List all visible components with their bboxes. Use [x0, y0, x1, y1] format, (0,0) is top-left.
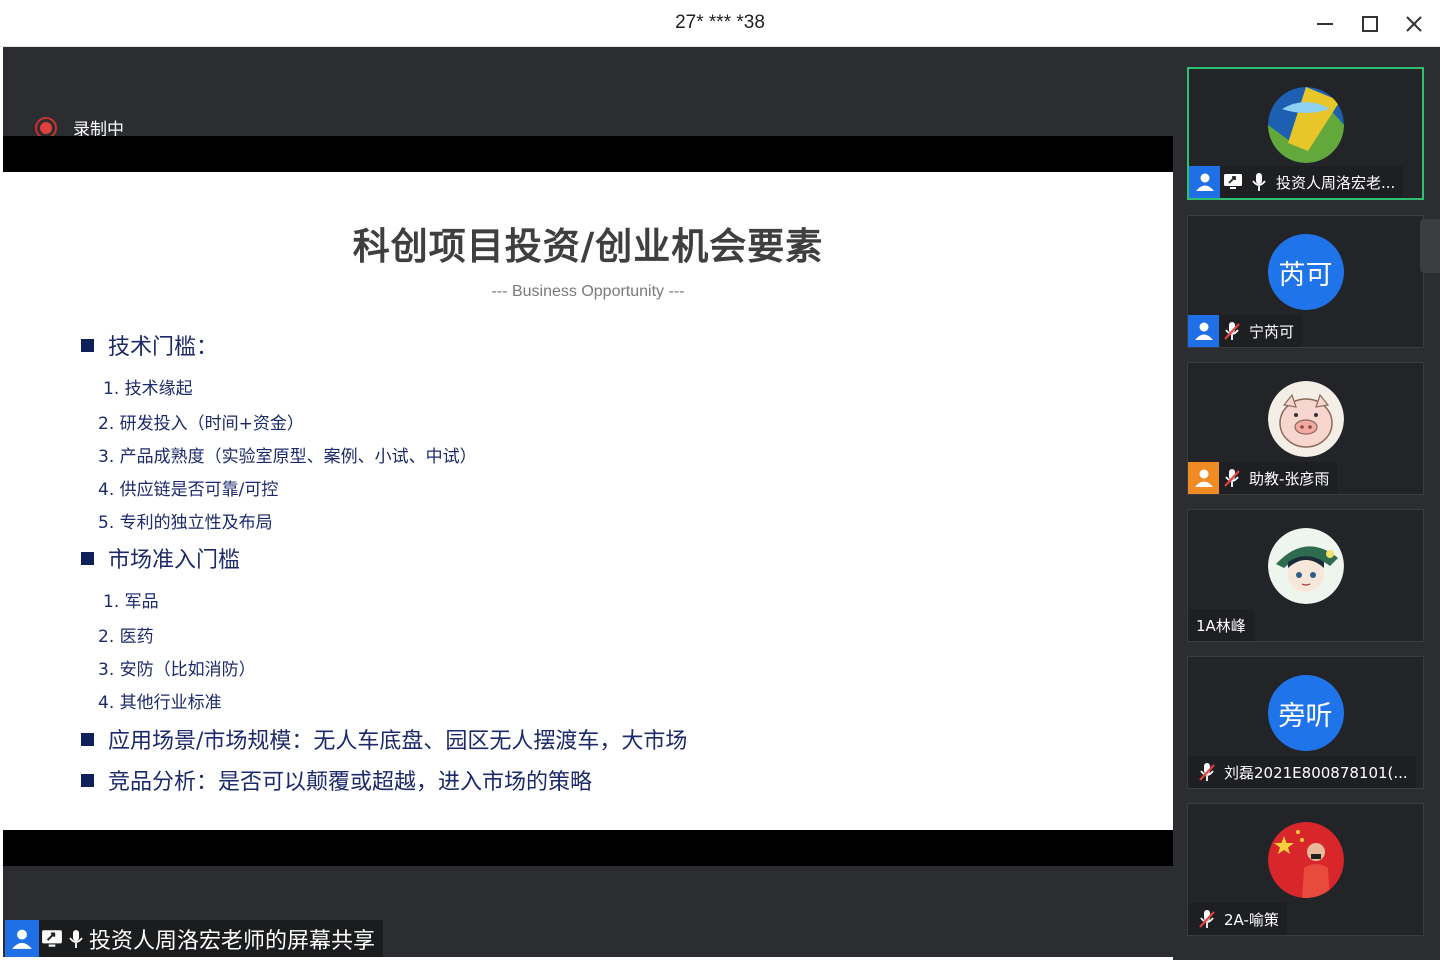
user-icon — [1188, 462, 1219, 494]
shared-screen-area: 录制中 科创项目投资/创业机会要素 --- Business Opportuni… — [3, 47, 1173, 957]
share-label-text: 投资人周洛宏老师的屏幕共享 — [89, 928, 376, 954]
list-item: 2. 研发投入（时间+资金） — [98, 414, 304, 434]
nameplate: 助教-张彦雨 — [1188, 462, 1338, 494]
user-icon — [1188, 315, 1219, 347]
participant-tile[interactable]: 2A-喻策 — [1187, 803, 1424, 936]
participant-name: 1A林峰 — [1196, 616, 1246, 635]
window-titlebar: 27* *** *38 — [0, 0, 1440, 47]
pig-image — [1267, 381, 1344, 457]
section-heading: 应用场景/市场规模：无人车底盘、园区无人摆渡车，大市场 — [81, 723, 687, 755]
list-item: 2. 医药 — [98, 627, 154, 647]
list-item: 3. 安防（比如消防） — [98, 660, 256, 680]
flag-person-image — [1267, 822, 1344, 898]
nameplate: 刘磊2021E800878101(... — [1188, 756, 1416, 788]
list-item: 4. 供应链是否可靠/可控 — [98, 480, 279, 500]
nameplate: 1A林峰 — [1188, 609, 1254, 641]
participant-tile[interactable]: 芮可 宁芮可 — [1187, 215, 1424, 348]
participant-name: 宁芮可 — [1249, 322, 1295, 341]
participant-name: 刘磊2021E800878101(... — [1224, 763, 1408, 782]
participant-name: 助教-张彦雨 — [1249, 469, 1330, 488]
participant-sidebar: 投资人周洛宏老... 芮可 宁芮可 助教-张彦雨 1A林峰 旁听 刘磊2021E… — [1173, 47, 1440, 960]
microphone-icon — [1246, 166, 1272, 198]
list-item: 1. 军品 — [103, 592, 159, 612]
list-item: 1. 技术缘起 — [103, 379, 193, 399]
participant-tile[interactable]: 助教-张彦雨 — [1187, 362, 1424, 495]
microphone-muted-icon — [1219, 462, 1245, 494]
microphone-muted-icon — [1194, 756, 1220, 788]
letterbox-bottom — [3, 830, 1173, 866]
close-icon — [1406, 16, 1422, 32]
screen-share-icon — [1220, 166, 1246, 198]
maximize-button[interactable] — [1353, 8, 1387, 40]
screen-share-label: 投资人周洛宏老师的屏幕共享 — [5, 920, 384, 957]
nameplate: 宁芮可 — [1188, 315, 1303, 347]
slide-title: 科创项目投资/创业机会要素 — [352, 225, 824, 268]
bullet-square-icon — [81, 773, 94, 787]
sidebar-collapse-handle[interactable] — [1420, 219, 1440, 273]
list-item: 5. 专利的独立性及布局 — [98, 513, 273, 533]
participant-name: 2A-喻策 — [1224, 910, 1279, 929]
window-title: 27* *** *38 — [675, 12, 765, 33]
section-heading: 竞品分析：是否可以颠覆或超越，进入市场的策略 — [81, 764, 592, 796]
maximize-icon — [1362, 16, 1378, 32]
presentation-slide: 科创项目投资/创业机会要素 --- Business Opportunity -… — [3, 172, 1173, 830]
slide-subtitle: --- Business Opportunity --- — [491, 283, 685, 300]
participant-name: 投资人周洛宏老... — [1276, 173, 1396, 192]
participant-tile[interactable]: 1A林峰 — [1187, 509, 1424, 642]
microphone-muted-icon — [1219, 315, 1245, 347]
avatar: 旁听 — [1267, 675, 1344, 751]
microphone-icon — [65, 923, 87, 955]
bullet-square-icon — [81, 338, 94, 352]
participant-tile[interactable]: 旁听 刘磊2021E800878101(... — [1187, 656, 1424, 789]
close-button[interactable] — [1397, 8, 1431, 40]
user-icon — [1189, 166, 1220, 198]
nameplate: 投资人周洛宏老... — [1189, 166, 1404, 198]
section-heading: 市场准入门槛 — [81, 542, 240, 574]
bullet-square-icon — [81, 551, 94, 565]
minimize-icon — [1317, 23, 1333, 25]
letterbox-top — [3, 136, 1173, 172]
user-icon — [5, 920, 39, 957]
microphone-muted-icon — [1194, 903, 1220, 935]
list-item: 3. 产品成熟度（实验室原型、案例、小试、中试） — [98, 447, 477, 467]
minimize-button[interactable] — [1308, 8, 1342, 40]
bullet-square-icon — [81, 732, 94, 746]
participant-tile[interactable]: 投资人周洛宏老... — [1187, 67, 1424, 200]
list-item: 4. 其他行业标准 — [98, 693, 222, 713]
section-heading: 技术门槛： — [81, 329, 218, 361]
avatar: 芮可 — [1267, 234, 1344, 310]
anime-character-image — [1267, 528, 1344, 604]
nameplate: 2A-喻策 — [1188, 903, 1287, 935]
screen-share-icon — [39, 923, 65, 955]
logo-image — [1267, 87, 1344, 163]
